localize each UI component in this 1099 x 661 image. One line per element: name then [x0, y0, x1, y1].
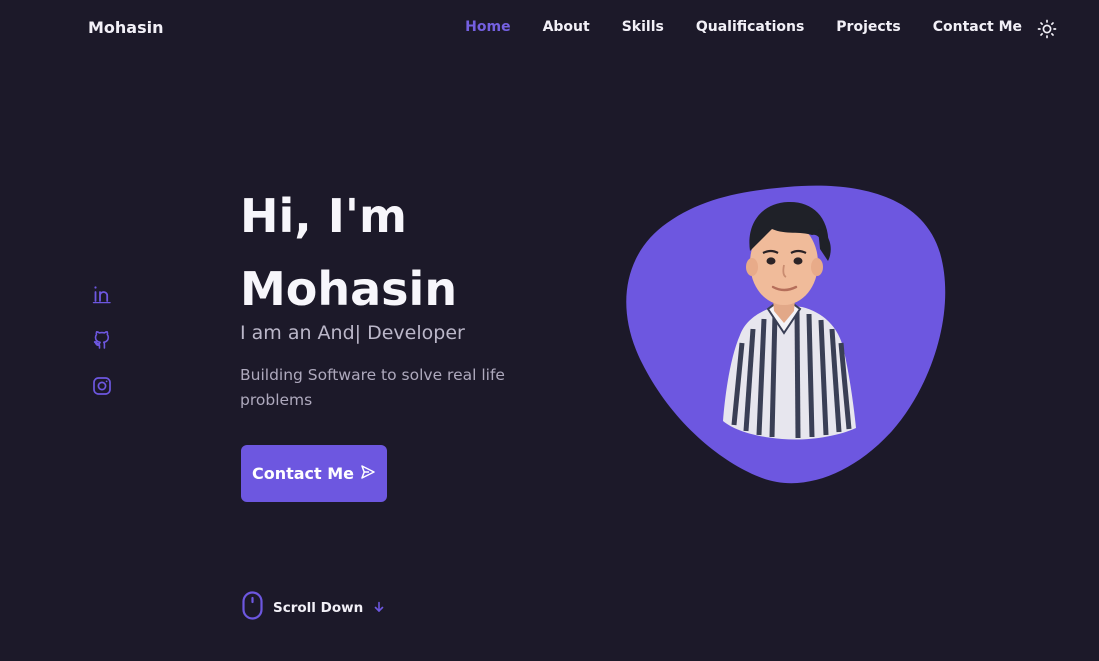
site-header: Mohasin Home About Skills Qualifications…: [0, 0, 1099, 58]
hero-description: Building Software to solve real life pro…: [240, 366, 505, 409]
github-icon[interactable]: [92, 330, 112, 350]
hero-subtitle: I am an And| Developer: [240, 322, 465, 344]
hero-title-line1: Hi, I'm: [240, 189, 407, 243]
hero-title-line2: Mohasin: [240, 262, 458, 316]
contact-button-label: Contact Me: [251, 464, 355, 483]
instagram-icon[interactable]: [92, 376, 112, 396]
linkedin-icon[interactable]: [92, 284, 112, 304]
scroll-down-label: Scroll Down: [273, 599, 364, 616]
hero-title: Hi, I'm Mohasin: [240, 180, 600, 326]
send-icon: [360, 464, 376, 484]
arrow-down-icon: [373, 598, 385, 617]
mouse-icon: [242, 591, 263, 624]
nav-skills[interactable]: Skills: [622, 19, 664, 35]
scroll-down-link[interactable]: Scroll Down: [242, 591, 385, 624]
nav-qualifications[interactable]: Qualifications: [696, 19, 804, 35]
nav-about[interactable]: About: [543, 19, 590, 35]
contact-me-button[interactable]: Contact Me: [241, 445, 387, 502]
nav-home[interactable]: Home: [465, 19, 510, 35]
nav-projects[interactable]: Projects: [836, 19, 900, 35]
sun-icon[interactable]: [1037, 19, 1057, 39]
nav-contact[interactable]: Contact Me: [933, 19, 1022, 35]
avatar-blob: [622, 183, 952, 488]
main-nav: Home About Skills Qualifications Project…: [465, 19, 1022, 35]
logo[interactable]: Mohasin: [88, 18, 164, 37]
social-links: [92, 284, 112, 396]
